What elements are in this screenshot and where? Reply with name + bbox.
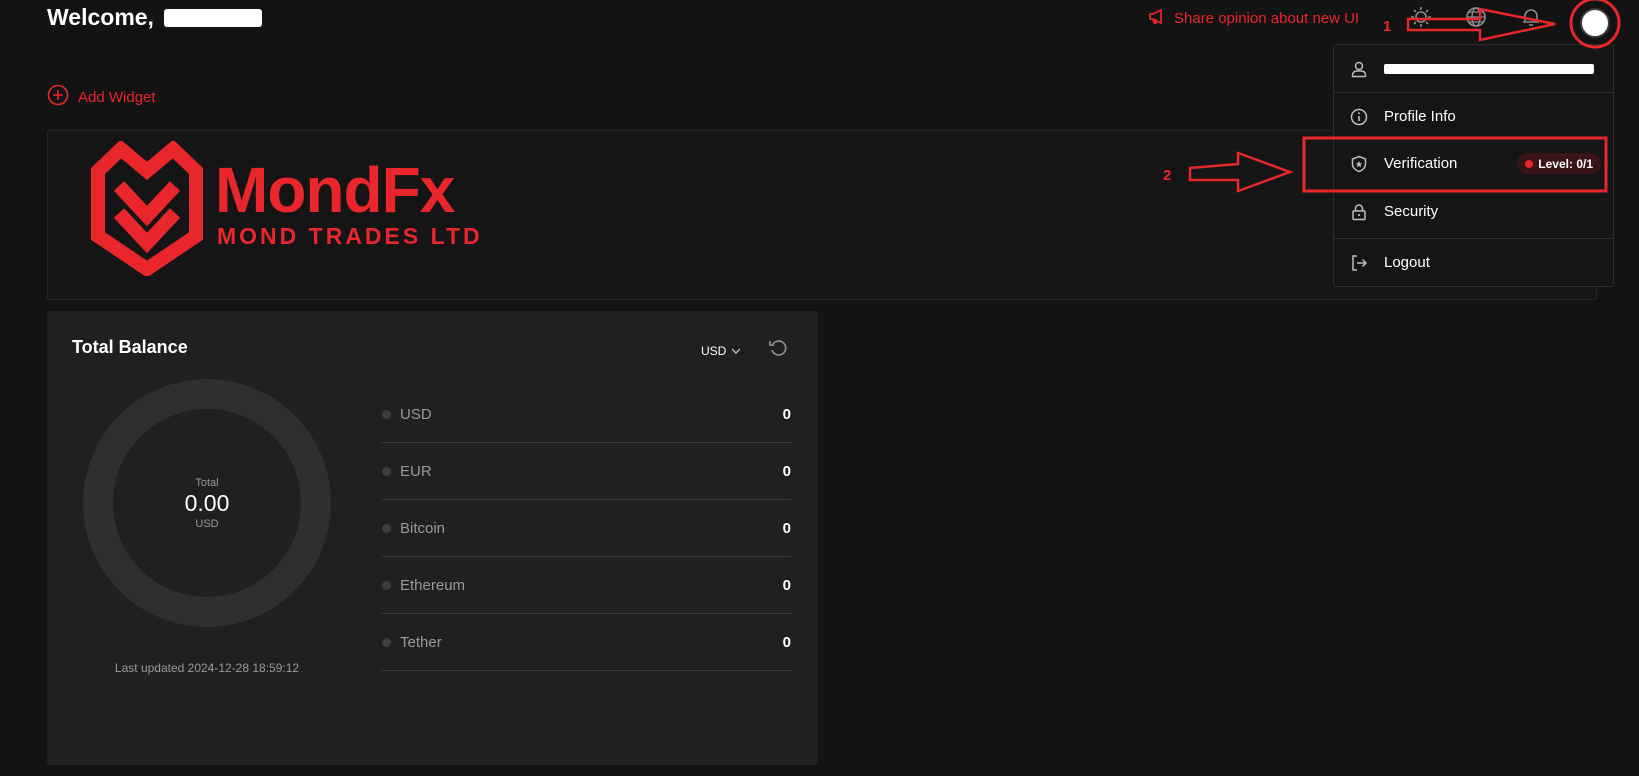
asset-row-usd: USD 0	[382, 386, 791, 443]
language-button[interactable]	[1463, 6, 1489, 32]
asset-value: 0	[782, 462, 791, 480]
share-opinion-link[interactable]: Share opinion about new UI	[1149, 9, 1359, 28]
notifications-button[interactable]	[1518, 6, 1544, 32]
asset-dot	[382, 466, 391, 476]
asset-name: Ethereum	[400, 576, 466, 594]
avatar[interactable]	[1580, 8, 1610, 38]
user-icon	[1349, 59, 1369, 79]
brand-subtitle: MOND TRADES LTD	[217, 223, 483, 249]
redacted-email	[1384, 63, 1594, 74]
asset-value: 0	[782, 576, 791, 594]
redacted-username	[163, 8, 262, 27]
asset-value: 0	[782, 405, 791, 423]
last-updated-text: Last updated 2024-12-28 18:59:12	[114, 661, 300, 675]
asset-dot	[382, 580, 391, 590]
menu-item-logout[interactable]: Logout	[1334, 239, 1613, 286]
megaphone-icon	[1149, 9, 1166, 28]
share-opinion-label: Share opinion about new UI	[1174, 10, 1360, 27]
user-menu-dropdown: Profile Info Verification Level: 0/1 Sec…	[1333, 44, 1614, 287]
currency-value: USD	[701, 344, 727, 358]
lock-icon	[1349, 202, 1369, 222]
verification-level-badge: Level: 0/1	[1517, 153, 1601, 174]
refresh-icon	[768, 338, 788, 363]
asset-row-ethereum: Ethereum 0	[382, 557, 791, 614]
annotation-step-1: 1	[1383, 18, 1392, 35]
logout-icon	[1349, 253, 1369, 273]
menu-item-profile-info[interactable]: Profile Info	[1334, 93, 1613, 140]
menu-item-security[interactable]: Security	[1334, 188, 1613, 235]
asset-dot	[382, 523, 391, 533]
info-icon	[1349, 107, 1369, 127]
donut-center: Total 0.00 USD	[83, 379, 331, 627]
asset-value: 0	[782, 633, 791, 651]
menu-item-label: Verification	[1384, 155, 1458, 172]
shield-icon	[1349, 154, 1369, 174]
asset-dot	[382, 409, 391, 419]
currency-select[interactable]: USD	[701, 344, 742, 358]
add-widget-label: Add Widget	[78, 88, 156, 106]
brand-logo-icon	[91, 139, 203, 281]
bell-icon	[1519, 5, 1543, 34]
welcome-heading: Welcome,	[47, 4, 262, 31]
sun-icon	[1409, 5, 1433, 34]
menu-item-label: Security	[1384, 203, 1439, 220]
asset-value: 0	[782, 519, 791, 537]
chevron-down-icon	[730, 344, 742, 358]
plus-circle-icon	[47, 84, 69, 110]
asset-name: EUR	[400, 462, 432, 480]
theme-toggle-button[interactable]	[1408, 6, 1434, 32]
donut-total-unit: USD	[195, 517, 219, 530]
brand-name: MondFx	[215, 154, 455, 226]
donut-total-label: Total	[195, 476, 219, 489]
donut-total-value: 0.00	[184, 489, 230, 516]
asset-name: Bitcoin	[400, 519, 446, 537]
asset-row-eur: EUR 0	[382, 443, 791, 500]
globe-icon	[1464, 5, 1488, 34]
asset-name: Tether	[400, 633, 442, 651]
asset-name: USD	[400, 405, 432, 423]
menu-user-email	[1334, 45, 1613, 92]
asset-row-bitcoin: Bitcoin 0	[382, 500, 791, 557]
menu-item-verification[interactable]: Verification Level: 0/1	[1334, 140, 1613, 187]
level-badge-label: Level: 0/1	[1538, 156, 1593, 171]
status-dot	[1525, 159, 1534, 168]
refresh-button[interactable]	[766, 338, 790, 362]
welcome-label: Welcome,	[47, 4, 154, 30]
menu-item-label: Profile Info	[1384, 108, 1456, 125]
total-balance-widget: Total Balance USD Total 0.00 USD Last up…	[47, 311, 818, 765]
annotation-step-2: 2	[1163, 167, 1172, 184]
asset-row-tether: Tether 0	[382, 614, 791, 671]
asset-dot	[382, 637, 391, 647]
balance-title: Total Balance	[72, 337, 188, 357]
add-widget-button[interactable]: Add Widget	[47, 84, 156, 110]
menu-item-label: Logout	[1384, 254, 1430, 271]
